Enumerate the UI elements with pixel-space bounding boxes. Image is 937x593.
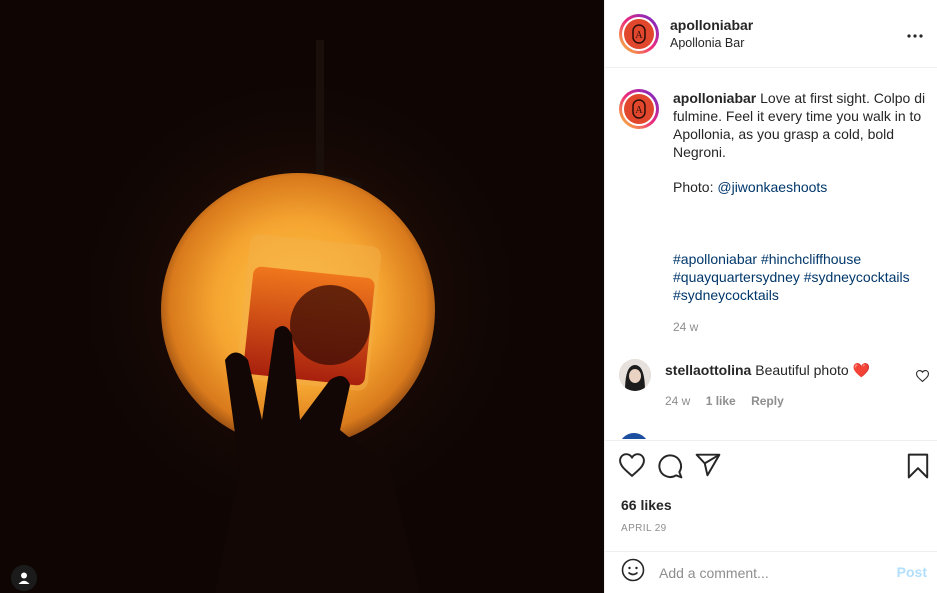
hashtag[interactable]: #hinchcliffhouse xyxy=(761,251,861,267)
post-sidebar: A apolloniabar Apollonia Bar A apollonia… xyxy=(604,0,937,593)
comment-time[interactable]: 24 w xyxy=(665,394,690,408)
more-horizontal-icon xyxy=(907,34,923,38)
logo-letter: A xyxy=(635,30,643,41)
hashtag[interactable]: #quayquartersydney xyxy=(673,269,800,285)
post-date[interactable]: APRIL 29 xyxy=(621,523,667,534)
paper-plane-icon xyxy=(695,453,721,477)
emoji-button[interactable] xyxy=(621,558,645,587)
comments-list[interactable]: A apolloniabar Love at first sight. Colp… xyxy=(605,69,937,439)
profile-avatar[interactable]: A xyxy=(619,13,659,54)
post-comment-button[interactable]: Post xyxy=(897,564,927,580)
comment-username[interactable]: stellaottolina xyxy=(665,362,751,378)
post-actions: 66 likes APRIL 29 xyxy=(605,440,937,550)
comment-like-button[interactable] xyxy=(915,369,930,387)
comment-input[interactable] xyxy=(657,563,881,582)
commenter-avatar[interactable] xyxy=(619,359,651,391)
smiley-icon xyxy=(621,558,645,582)
heart-icon xyxy=(619,453,645,478)
like-button[interactable] xyxy=(619,453,645,484)
photo-credit: Photo: @jiwonkaeshoots xyxy=(673,178,933,196)
caption-meta: 24 w xyxy=(673,318,933,336)
more-options-button[interactable] xyxy=(907,22,923,42)
comment-item: stellaottolina Beautiful photo ❤️ 24 w 1… xyxy=(619,359,925,410)
reply-button[interactable]: Reply xyxy=(751,394,784,408)
logo-letter-a: A xyxy=(632,23,646,44)
post-container: A apolloniabar Apollonia Bar A apollonia… xyxy=(0,0,937,593)
comment-text: Beautiful photo ❤️ xyxy=(751,362,870,378)
photo-credit-prefix: Photo: xyxy=(673,179,718,195)
comment-likes[interactable]: 1 like xyxy=(706,394,736,408)
caption-avatar[interactable]: A xyxy=(619,89,659,129)
bookmark-icon xyxy=(907,453,929,479)
logo-letter: A xyxy=(635,105,643,116)
save-button[interactable] xyxy=(907,453,929,484)
logo-letter-a: A xyxy=(632,99,646,119)
apollonia-logo: A xyxy=(624,94,654,124)
person-icon xyxy=(18,572,30,584)
cocktail-photo-illustration xyxy=(70,40,530,593)
comment-meta: 24 w 1 like Reply xyxy=(665,392,925,410)
post-username[interactable]: apolloniabar xyxy=(670,17,753,33)
caption-username[interactable]: apolloniabar xyxy=(673,90,756,106)
tagged-users-button[interactable] xyxy=(11,565,37,591)
next-comment-avatar xyxy=(619,433,649,439)
post-photo[interactable] xyxy=(0,0,604,593)
caption: A apolloniabar Love at first sight. Colp… xyxy=(619,89,933,336)
hashtag[interactable]: #sydneycocktails xyxy=(673,287,779,303)
caption-body: apolloniabar Love at first sight. Colpo … xyxy=(673,89,933,161)
share-button[interactable] xyxy=(695,453,721,484)
post-header: A apolloniabar Apollonia Bar xyxy=(605,0,937,68)
photo-credit-mention[interactable]: @jiwonkaeshoots xyxy=(717,179,827,195)
comment-body: stellaottolina Beautiful photo ❤️ xyxy=(665,361,925,379)
add-comment-bar: Post xyxy=(605,551,937,593)
likes-count[interactable]: 66 likes xyxy=(621,497,672,513)
apollonia-logo: A xyxy=(624,18,654,49)
hashtag[interactable]: #apolloniabar xyxy=(673,251,757,267)
caption-time[interactable]: 24 w xyxy=(673,320,698,334)
comment-icon xyxy=(658,454,683,479)
hashtag[interactable]: #sydneycocktails xyxy=(804,269,910,285)
comment-button[interactable] xyxy=(657,453,683,484)
heart-outline-icon xyxy=(915,370,930,383)
hashtags: #apolloniabar #hinchcliffhouse #quayquar… xyxy=(673,250,933,304)
commenter-photo xyxy=(619,359,651,391)
post-display-name: Apollonia Bar xyxy=(670,36,745,50)
